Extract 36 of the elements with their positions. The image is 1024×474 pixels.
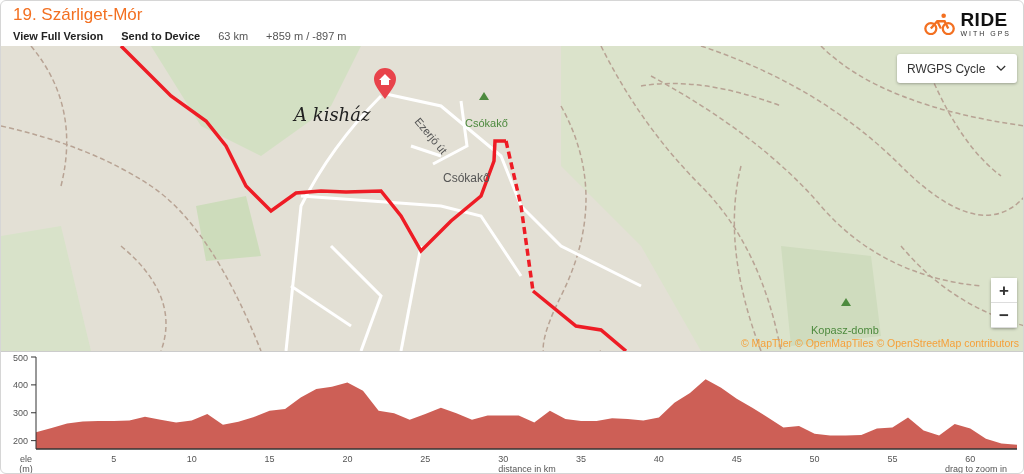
x-tick-label: 60 <box>965 454 976 464</box>
y-tick-label: 300 <box>12 408 28 419</box>
zoom-hint: drag to zoom in <box>944 464 1007 473</box>
y-axis-unit: (m) <box>19 464 33 473</box>
distance-text: 63 km <box>218 30 249 42</box>
x-tick-label: 25 <box>420 454 431 464</box>
route-title: 19. Szárliget-Mór <box>13 5 144 25</box>
cyclist-logo-icon <box>924 12 957 35</box>
x-tick-label: 40 <box>653 454 664 464</box>
zoom-out-button[interactable]: − <box>991 303 1017 328</box>
logo-wordmark: RIDE <box>960 10 1009 29</box>
home-marker-icon <box>373 68 397 100</box>
y-tick-label: 200 <box>12 436 28 447</box>
peak-label: Kopasz-domb <box>811 325 879 336</box>
x-tick-label: 30 <box>498 454 509 464</box>
marker-label: A kisház <box>294 106 371 124</box>
header-link[interactable]: View Full Version <box>13 30 104 42</box>
x-tick-label: 10 <box>186 454 197 464</box>
peak-label: Csókakő <box>465 118 508 129</box>
x-axis-title: distance in km <box>498 464 556 473</box>
map-layer-dropdown[interactable]: RWGPS Cycle <box>897 54 1017 83</box>
x-tick-label: 55 <box>887 454 898 464</box>
x-tick-label: 20 <box>342 454 353 464</box>
x-tick-label: 35 <box>576 454 586 464</box>
y-axis-title: ele <box>20 454 32 464</box>
y-tick-label: 400 <box>12 380 28 391</box>
x-tick-label: 5 <box>111 454 117 464</box>
elevation-gain-text: +859 m / -897 m <box>266 30 347 42</box>
y-tick-label: 500 <box>12 352 28 363</box>
header-link[interactable]: Send to Device <box>121 30 201 42</box>
x-tick-label: 15 <box>264 454 275 464</box>
chevron-down-icon <box>996 65 1006 72</box>
zoom-in-button[interactable]: + <box>991 278 1017 303</box>
elevation-area[interactable] <box>36 379 1017 449</box>
x-tick-label: 50 <box>809 454 820 464</box>
x-tick-label: 45 <box>731 454 742 464</box>
